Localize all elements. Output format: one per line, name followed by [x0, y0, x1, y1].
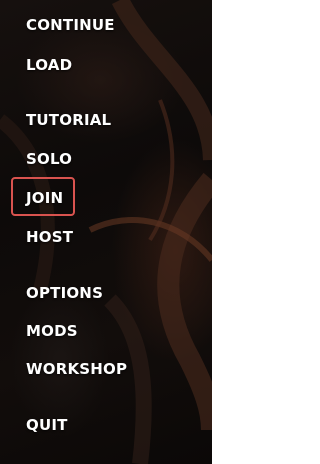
menu-item-tutorial[interactable]: TUTORIAL	[26, 111, 111, 129]
menu-item-mods[interactable]: MODS	[26, 322, 78, 340]
menu-item-options[interactable]: OPTIONS	[26, 284, 103, 302]
menu-item-quit[interactable]: QUIT	[26, 416, 68, 434]
menu-item-join[interactable]: JOIN	[26, 189, 63, 207]
menu-item-workshop[interactable]: WORKSHOP	[26, 360, 127, 378]
main-menu-screen: CONTINUE LOAD TUTORIAL SOLO JOIN HOST OP…	[0, 0, 212, 464]
menu-item-solo[interactable]: SOLO	[26, 150, 72, 168]
menu-item-load[interactable]: LOAD	[26, 56, 72, 74]
menu-item-host[interactable]: HOST	[26, 228, 73, 246]
menu-item-continue[interactable]: CONTINUE	[26, 16, 115, 34]
